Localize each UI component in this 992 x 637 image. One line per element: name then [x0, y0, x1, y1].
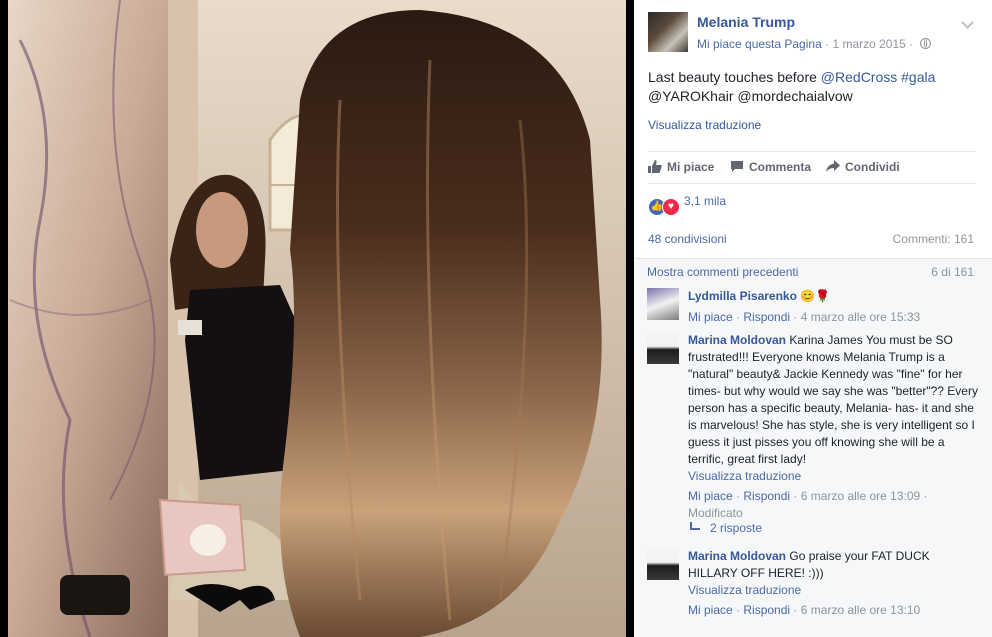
like-label: Mi piace [667, 160, 715, 174]
thumbs-up-icon [648, 160, 662, 176]
comment-like-link[interactable]: Mi piace [688, 603, 733, 617]
share-icon [826, 160, 840, 176]
see-translation-link[interactable]: Visualizza traduzione [648, 118, 761, 132]
share-label: Condividi [845, 160, 900, 174]
comment-actions: Mi piace · Rispondi · 6 marzo alle ore 1… [688, 488, 978, 505]
show-previous-comments-link[interactable]: Mostra commenti precedenti [647, 265, 798, 279]
comment-dot: · [736, 489, 741, 503]
reply-arrow-icon [690, 522, 700, 530]
comment-author[interactable]: Marina Moldovan [688, 549, 786, 563]
chevron-down-icon[interactable] [961, 16, 974, 29]
comment-text: Karina James You must be SO frustrated!!… [688, 333, 978, 466]
comment-like-link[interactable]: Mi piace [688, 310, 733, 324]
view-replies-link[interactable]: 2 risposte [690, 521, 762, 535]
post-meta: Mi piace questa Pagina · 1 marzo 2015 · [697, 37, 931, 51]
globe-icon [919, 38, 931, 49]
photo-illustration [0, 0, 634, 637]
post-sidebar: Melania Trump Mi piace questa Pagina · 1… [634, 0, 992, 637]
comment-dot: · [793, 489, 798, 503]
love-reaction-icon: ♥ [662, 198, 680, 216]
mention-redcross[interactable]: @RedCross [821, 69, 897, 85]
hashtag-gala[interactable]: #gala [901, 69, 935, 85]
post-header: Melania Trump Mi piace questa Pagina · 1… [648, 10, 978, 54]
meta-separator-2: · [909, 37, 914, 51]
rose-emoji-icon: 🌹 [815, 289, 831, 303]
replies-count: 2 risposte [710, 521, 763, 535]
commenter-avatar[interactable] [647, 332, 679, 364]
comment-item: Marina Moldovan Karina James You must be… [647, 332, 978, 542]
mention-mordechaialvow[interactable]: @mordechaialvow [734, 88, 852, 104]
comment-time[interactable]: 6 marzo alle ore 13:10 [801, 603, 920, 617]
comment-translate-link[interactable]: Visualizza traduzione [688, 468, 978, 485]
post-date[interactable]: 1 marzo 2015 [832, 37, 905, 51]
comment-reply-link[interactable]: Rispondi [743, 603, 790, 617]
comment-dot: · [736, 603, 741, 617]
comment-dot: · [736, 310, 741, 324]
smile-emoji-icon: 😊 [800, 289, 816, 303]
comment-body: Lydmilla Pisarenko 😊🌹 Mi piace · Rispond… [688, 288, 978, 326]
comment-time[interactable]: 4 marzo alle ore 15:33 [801, 310, 920, 324]
meta-separator: · [825, 37, 830, 51]
post-photo[interactable] [0, 0, 634, 637]
page-name-link[interactable]: Melania Trump [697, 14, 795, 30]
comment-like-link[interactable]: Mi piace [688, 489, 733, 503]
share-button[interactable]: Condividi [826, 160, 900, 176]
post-text-part: Last beauty touches before [648, 69, 821, 85]
comment-dot: · [793, 603, 798, 617]
comment-reply-link[interactable]: Rispondi [743, 310, 790, 324]
post-actions: Mi piace Commenta Condividi [648, 151, 976, 184]
comment-edited-label[interactable]: Modificato [688, 505, 978, 522]
comment-author[interactable]: Lydmilla Pisarenko [688, 289, 797, 303]
comment-item: Lydmilla Pisarenko 😊🌹 Mi piace · Rispond… [647, 288, 977, 328]
comment-time[interactable]: 6 marzo alle ore 13:09 [801, 489, 920, 503]
comment-body: Marina Moldovan Karina James You must be… [688, 332, 978, 522]
comment-actions: Mi piace · Rispondi · 4 marzo alle ore 1… [688, 309, 978, 326]
comment-icon [730, 160, 744, 176]
reactions-count: 3,1 mila [684, 194, 727, 208]
comment-translate-link[interactable]: Visualizza traduzione [688, 582, 978, 599]
comment-dot: · [793, 310, 798, 324]
post-text: Last beauty touches before @RedCross #ga… [648, 68, 978, 106]
comment-item: Marina Moldovan Go praise your FAT DUCK … [647, 548, 977, 618]
comments-count: Commenti: 161 [892, 232, 974, 246]
comment-body: Marina Moldovan Go praise your FAT DUCK … [688, 548, 978, 619]
comments-section: Mostra commenti precedenti 6 di 161 Lydm… [634, 258, 992, 637]
comment-author[interactable]: Marina Moldovan [688, 333, 786, 347]
comments-pagination: 6 di 161 [931, 265, 974, 279]
comment-label: Commenta [749, 160, 812, 174]
mention-yarokhair[interactable]: @YAROKhair [648, 88, 734, 104]
like-page-link[interactable]: Mi piace questa Pagina [697, 37, 822, 51]
shares-count-link[interactable]: 48 condivisioni [648, 232, 727, 246]
comment-button[interactable]: Commenta [730, 160, 811, 176]
commenter-avatar[interactable] [647, 548, 679, 580]
reactions-summary[interactable]: 👍 ♥ 3,1 mila [648, 194, 726, 216]
comment-dot: · [923, 489, 928, 503]
comment-actions: Mi piace · Rispondi · 6 marzo alle ore 1… [688, 602, 978, 619]
like-button[interactable]: Mi piace [648, 160, 714, 176]
commenter-avatar[interactable] [647, 288, 679, 320]
comment-reply-link[interactable]: Rispondi [743, 489, 790, 503]
page-avatar[interactable] [648, 12, 688, 52]
